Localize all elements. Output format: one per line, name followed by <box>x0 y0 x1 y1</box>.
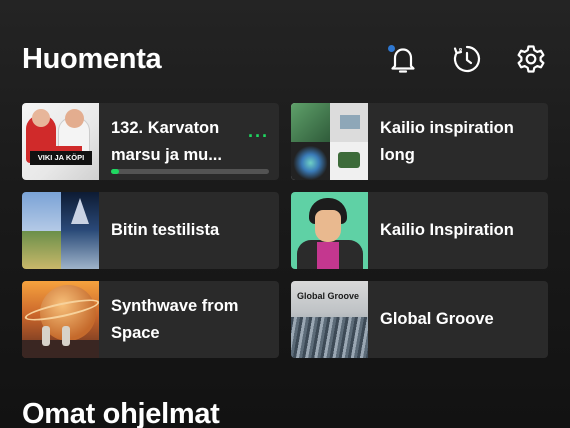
episode-progress-bar <box>111 169 269 174</box>
card-title-line1: 132. Karvaton <box>111 118 220 137</box>
section-title-own-shows: Omat ohjelmat <box>22 398 220 428</box>
card-title: Bitin testilista <box>111 221 220 239</box>
cover-text: Global Groove <box>297 291 360 301</box>
episode-progress-fill <box>111 169 119 174</box>
podcast-cover-text: VIKI JA KÖPI <box>30 151 92 165</box>
card-title-line2: Space <box>111 323 160 342</box>
shortcut-card-kailio-inspiration[interactable]: Kailio Inspiration <box>291 192 548 269</box>
more-options-icon[interactable]: ··· <box>248 127 269 145</box>
header-actions <box>386 42 548 76</box>
shortcut-card-synthwave-from-space[interactable]: Synthwave from Space <box>22 281 279 358</box>
playlist-cover-image <box>22 281 99 358</box>
card-body: Global Groove <box>368 281 548 358</box>
gear-icon <box>517 45 545 73</box>
home-header: Huomenta <box>22 36 548 82</box>
card-body: Bitin testilista <box>99 192 279 269</box>
shortcut-card-kailio-inspiration-long[interactable]: Kailio inspiration long <box>291 103 548 180</box>
greeting-title: Huomenta <box>22 42 162 75</box>
card-title-line2: marsu ja mu... <box>111 145 222 164</box>
card-body: Synthwave from Space <box>99 281 279 358</box>
card-title-line1: Synthwave from <box>111 296 239 315</box>
settings-button[interactable] <box>514 42 548 76</box>
shortcut-grid: VIKI JA KÖPI 132. Karvaton marsu ja mu..… <box>22 103 548 358</box>
playlist-mosaic-cover <box>22 192 99 269</box>
card-title: Kailio Inspiration <box>380 221 514 239</box>
shortcut-card-podcast-episode[interactable]: VIKI JA KÖPI 132. Karvaton marsu ja mu..… <box>22 103 279 180</box>
shortcut-card-bitin-testilista[interactable]: Bitin testilista <box>22 192 279 269</box>
card-body: Kailio inspiration long <box>368 103 548 180</box>
playlist-mosaic-cover <box>291 103 368 180</box>
card-title: Global Groove <box>380 310 494 328</box>
shortcut-card-global-groove[interactable]: Global Groove Global Groove <box>291 281 548 358</box>
card-title-line1: Kailio inspiration <box>380 118 514 137</box>
history-icon <box>453 45 481 73</box>
playlist-cover-image <box>291 192 368 269</box>
recently-played-button[interactable] <box>450 42 484 76</box>
card-body: 132. Karvaton marsu ja mu... ··· <box>99 103 279 180</box>
podcast-cover-image: VIKI JA KÖPI <box>22 103 99 180</box>
card-title-line2: long <box>380 145 415 164</box>
card-body: Kailio Inspiration <box>368 192 548 269</box>
notification-badge <box>388 45 395 52</box>
notifications-button[interactable] <box>386 42 420 76</box>
playlist-cover-image: Global Groove <box>291 281 368 358</box>
